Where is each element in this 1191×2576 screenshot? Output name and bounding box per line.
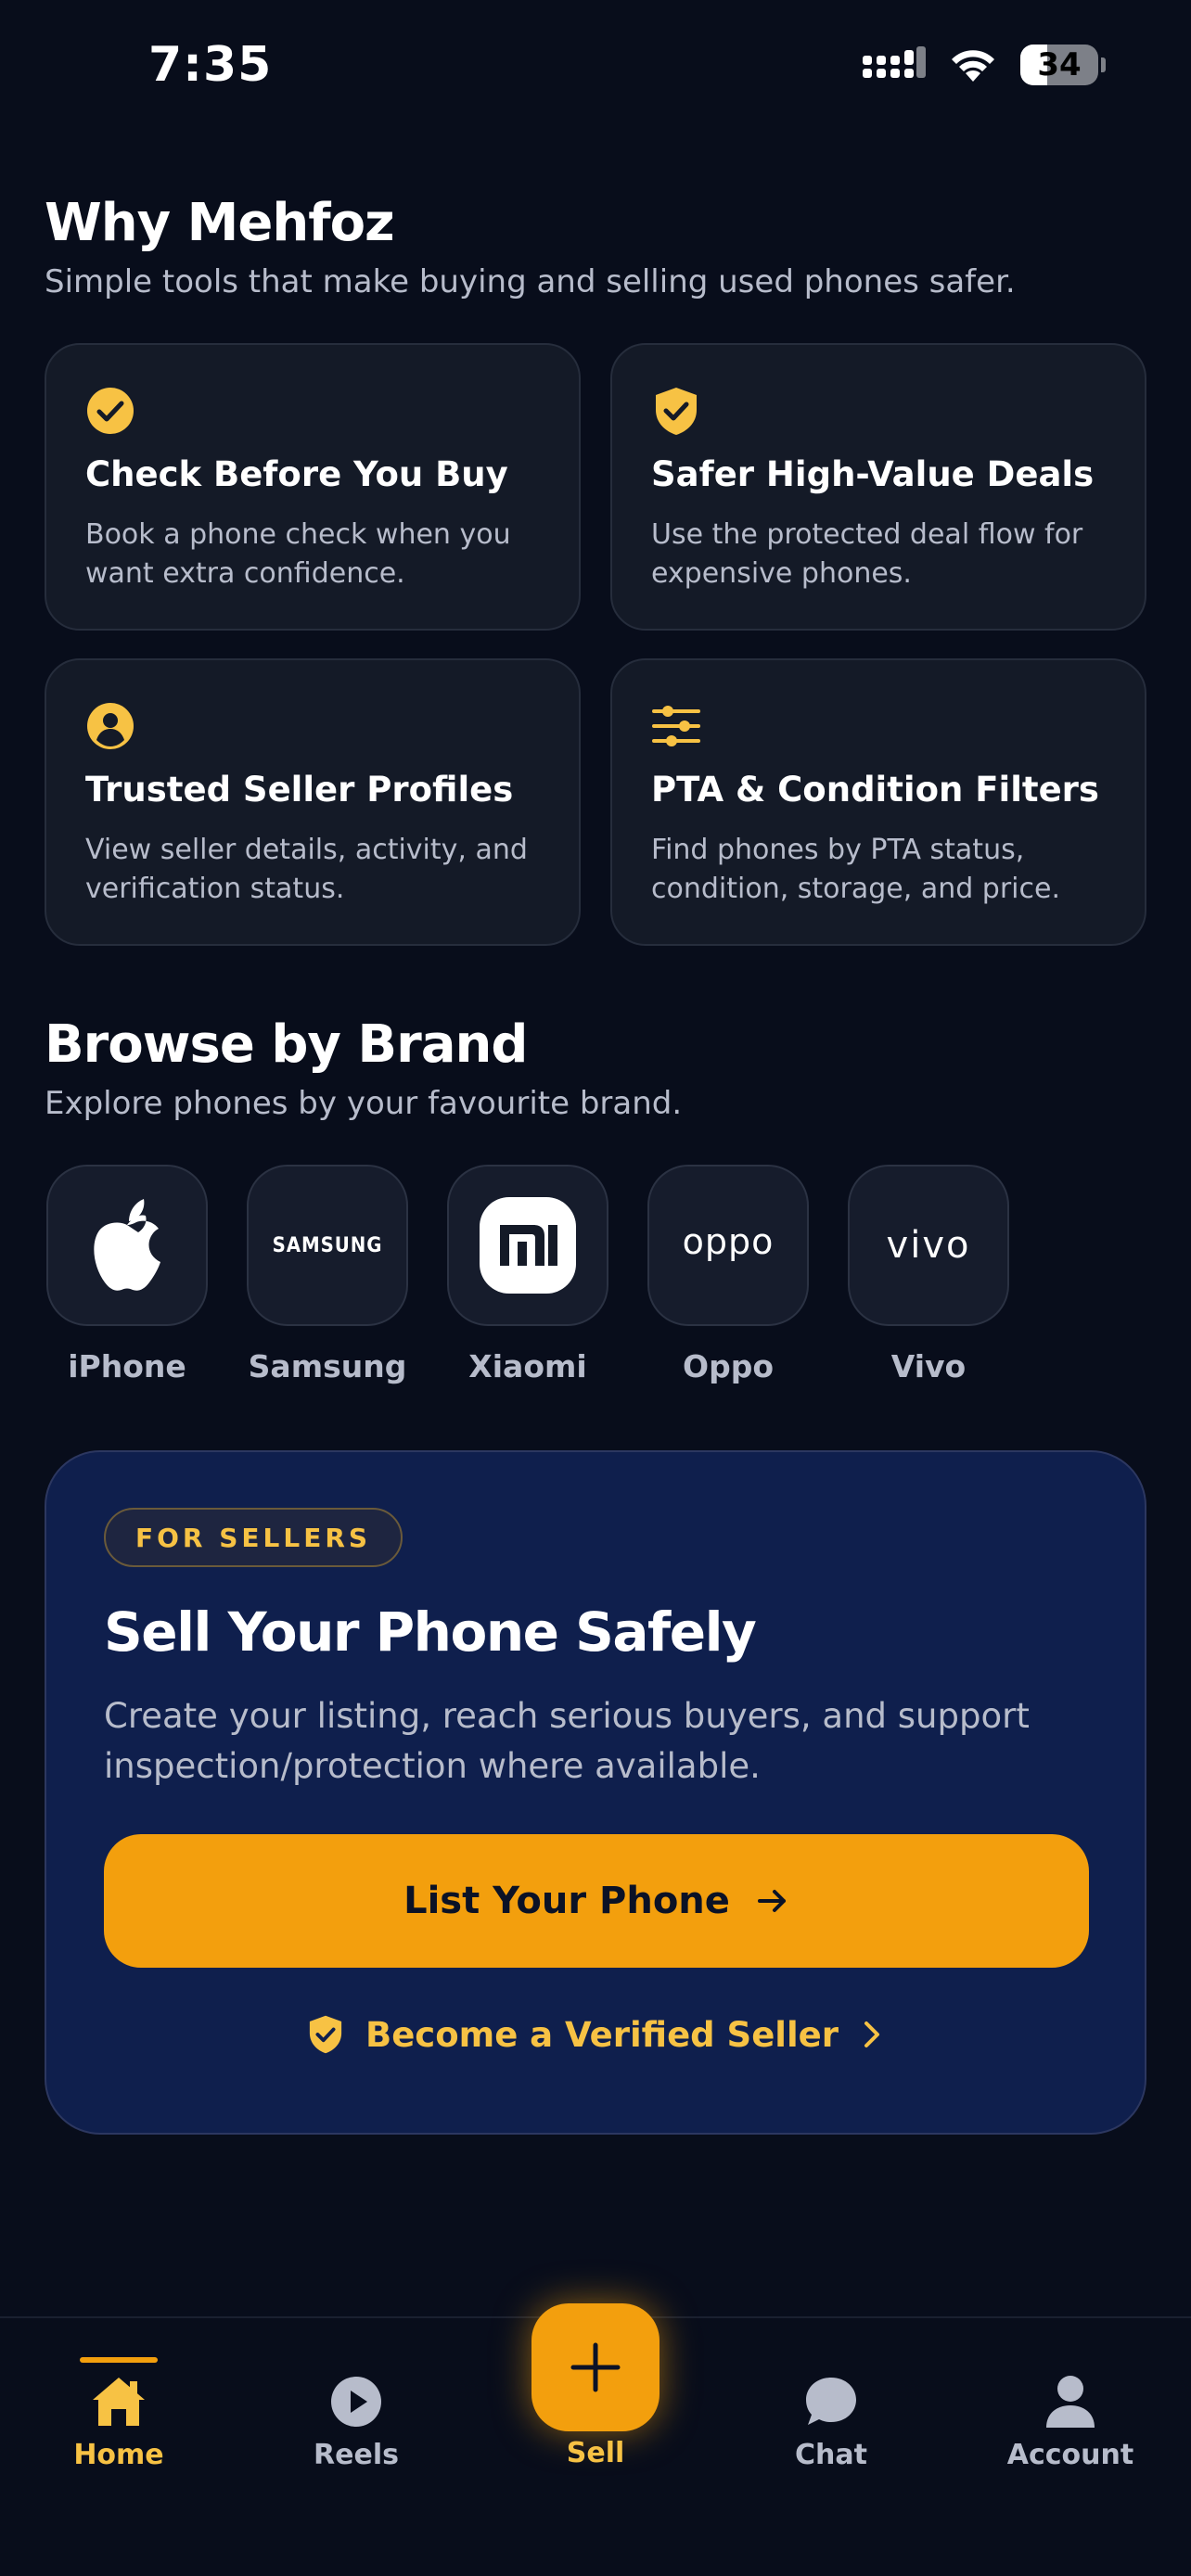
user-icon: [1041, 2372, 1100, 2431]
tab-label: Home: [73, 2439, 164, 2471]
feature-desc: View seller details, activity, and verif…: [85, 834, 528, 905]
apple-logo-icon: [94, 1199, 160, 1291]
sliders-icon: [652, 706, 700, 746]
tab-label: Reels: [314, 2439, 399, 2471]
feature-card-profiles[interactable]: Trusted Seller Profiles View seller deta…: [45, 658, 581, 946]
feature-title: Safer High-Value Deals: [651, 454, 1095, 494]
brand-label: iPhone: [68, 1348, 186, 1384]
arrow-right-icon: [757, 1890, 786, 1912]
brands-title: Browse by Brand: [45, 1014, 528, 1075]
brand-label: Xiaomi: [468, 1348, 587, 1384]
brands-subtitle: Explore phones by your favourite brand.: [45, 1085, 683, 1122]
list-phone-label: List Your Phone: [403, 1880, 730, 1922]
feature-desc: Find phones by PTA status, condition, st…: [651, 834, 1060, 905]
chevron-right-icon: [864, 2021, 879, 2047]
brand-label: Oppo: [683, 1348, 774, 1384]
brand-xiaomi[interactable]: Xiaomi: [447, 1165, 608, 1384]
seller-badge: FOR SELLERS: [104, 1508, 403, 1567]
user-circle-icon: [87, 703, 134, 749]
tab-reels[interactable]: Reels: [263, 2318, 449, 2504]
feature-card-filters[interactable]: PTA & Condition Filters Find phones by P…: [610, 658, 1146, 946]
seller-card: FOR SELLERS Sell Your Phone Safely Creat…: [45, 1450, 1146, 2135]
active-tab-indicator: [80, 2357, 158, 2363]
xiaomi-logo-icon: [480, 1197, 576, 1294]
play-circle-icon: [327, 2372, 386, 2431]
brand-vivo[interactable]: vivo Vivo: [848, 1165, 1009, 1384]
list-phone-button[interactable]: List Your Phone: [104, 1834, 1089, 1968]
shield-check-icon: [309, 2015, 342, 2054]
brand-label: Vivo: [890, 1348, 967, 1384]
oppo-logo-icon: oppo: [682, 1221, 775, 1262]
verified-seller-link[interactable]: Become a Verified Seller: [46, 2014, 1145, 2055]
feature-title: Check Before You Buy: [85, 454, 508, 494]
battery-percent: 34: [1037, 46, 1082, 83]
status-bar: 7:35 34: [0, 0, 1191, 139]
feature-card-check[interactable]: Check Before You Buy Book a phone check …: [45, 343, 581, 631]
status-time: 7:35: [148, 37, 273, 93]
brand-tile[interactable]: [46, 1165, 208, 1326]
tab-sell-label: Sell: [566, 2437, 625, 2469]
shield-check-icon: [656, 388, 697, 435]
tab-chat[interactable]: Chat: [738, 2318, 924, 2504]
seller-title: Sell Your Phone Safely: [104, 1600, 757, 1664]
brand-tile[interactable]: SAMSUNG: [247, 1165, 408, 1326]
feature-card-deals[interactable]: Safer High-Value Deals Use the protected…: [610, 343, 1146, 631]
feature-desc: Book a phone check when you want extra c…: [85, 518, 511, 590]
seller-desc: Create your listing, reach serious buyer…: [104, 1696, 1030, 1786]
tab-home[interactable]: Home: [26, 2318, 211, 2504]
brand-oppo[interactable]: oppo Oppo: [647, 1165, 809, 1384]
brand-iphone[interactable]: iPhone: [46, 1165, 208, 1384]
brand-samsung[interactable]: SAMSUNG Samsung: [247, 1165, 408, 1384]
vivo-logo-icon: vivo: [886, 1224, 971, 1267]
sell-button[interactable]: [531, 2303, 660, 2431]
feature-title: Trusted Seller Profiles: [85, 770, 514, 810]
feature-desc: Use the protected deal flow for expensiv…: [651, 518, 1083, 590]
brand-tile[interactable]: vivo: [848, 1165, 1009, 1326]
why-subtitle: Simple tools that make buying and sellin…: [45, 263, 1016, 300]
samsung-logo-icon: SAMSUNG: [272, 1233, 383, 1257]
tab-account[interactable]: Account: [978, 2318, 1163, 2504]
check-circle-icon: [87, 388, 134, 434]
wifi-icon: [952, 50, 994, 82]
brand-tile[interactable]: oppo: [647, 1165, 809, 1326]
brand-label: Samsung: [248, 1348, 407, 1384]
plus-icon: [570, 2342, 621, 2392]
verified-seller-label: Become a Verified Seller: [365, 2014, 839, 2055]
why-title: Why Mehfoz: [45, 193, 395, 253]
battery-icon: 34: [1020, 45, 1106, 85]
status-icons: 34: [863, 45, 1106, 85]
feature-title: PTA & Condition Filters: [651, 770, 1099, 810]
brand-tile[interactable]: [447, 1165, 608, 1326]
chat-bubble-icon: [801, 2372, 861, 2431]
home-icon: [89, 2372, 148, 2431]
cellular-signal-icon: [863, 46, 926, 78]
tab-label: Chat: [795, 2439, 867, 2471]
tab-label: Account: [1006, 2439, 1134, 2471]
